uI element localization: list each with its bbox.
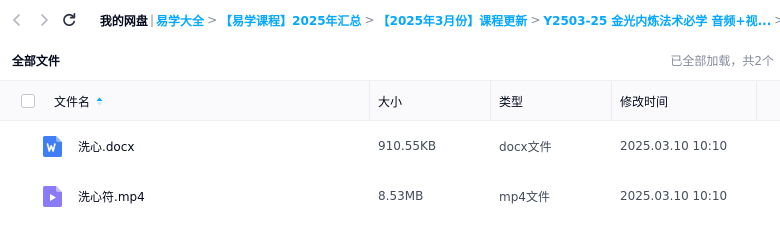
column-header-size[interactable]: 大小 bbox=[368, 81, 403, 121]
breadcrumb-item[interactable]: Y2503-25 金光内炼法术必学 音频+视... bbox=[543, 12, 771, 29]
breadcrumb-separator: > bbox=[530, 13, 541, 27]
breadcrumb-root[interactable]: 我的网盘 bbox=[100, 12, 148, 29]
chevron-right-icon bbox=[41, 14, 48, 26]
column-header-name[interactable]: 文件名 bbox=[54, 81, 103, 121]
breadcrumb-separator: | bbox=[150, 13, 155, 27]
column-header-label: 类型 bbox=[499, 94, 524, 109]
file-name[interactable]: 洗心符.mp4 bbox=[78, 171, 145, 221]
column-header-modified[interactable]: 修改时间 bbox=[610, 81, 669, 121]
column-header-label: 文件名 bbox=[54, 94, 91, 109]
top-navigation-bar: 我的网盘 | 易学大全 > 【易学课程】2025年汇总 > 【2025年3月份】… bbox=[0, 0, 780, 40]
back-button[interactable] bbox=[7, 10, 27, 30]
column-header-label: 修改时间 bbox=[620, 94, 669, 109]
breadcrumb-separator: > bbox=[364, 13, 375, 27]
table-header: 文件名 大小 类型 修改时间 bbox=[0, 80, 780, 121]
select-all-checkbox[interactable] bbox=[21, 94, 35, 108]
load-status: 已全部加载，共2个 bbox=[670, 54, 774, 68]
forward-button[interactable] bbox=[34, 10, 54, 30]
refresh-button[interactable] bbox=[59, 10, 79, 30]
breadcrumb-separator: > bbox=[207, 13, 218, 27]
breadcrumb-item[interactable]: 【易学课程】2025年汇总 bbox=[220, 12, 361, 29]
all-files-title: 全部文件 bbox=[12, 54, 61, 68]
refresh-icon bbox=[63, 12, 76, 26]
breadcrumb-item[interactable]: 易学大全 bbox=[156, 12, 204, 29]
file-list-header: 全部文件 已全部加载，共2个 bbox=[0, 40, 780, 80]
file-size: 8.53MB bbox=[378, 189, 424, 203]
video-file-icon bbox=[43, 186, 62, 207]
word-doc-icon bbox=[43, 136, 62, 157]
sort-ascending-icon[interactable] bbox=[96, 97, 103, 106]
file-type: docx文件 bbox=[499, 139, 552, 154]
file-modified: 2025.03.10 10:10 bbox=[620, 139, 728, 153]
breadcrumb-item[interactable]: 【2025年3月份】课程更新 bbox=[378, 12, 528, 29]
chevron-left-icon bbox=[13, 14, 20, 26]
file-type: mp4文件 bbox=[499, 189, 550, 204]
column-header-type[interactable]: 类型 bbox=[489, 81, 524, 121]
file-size: 910.55KB bbox=[378, 139, 437, 153]
table-row[interactable]: 洗心符.mp4 8.53MB mp4文件 2025.03.10 10:10 bbox=[0, 171, 780, 221]
breadcrumb-separator: > bbox=[774, 13, 780, 27]
column-header-label: 大小 bbox=[378, 94, 403, 109]
breadcrumb: 我的网盘 | 易学大全 > 【易学课程】2025年汇总 > 【2025年3月份】… bbox=[100, 0, 780, 40]
file-modified: 2025.03.10 10:10 bbox=[620, 189, 728, 203]
file-name[interactable]: 洗心.docx bbox=[78, 121, 134, 171]
table-row[interactable]: 洗心.docx 910.55KB docx文件 2025.03.10 10:10 bbox=[0, 121, 780, 171]
